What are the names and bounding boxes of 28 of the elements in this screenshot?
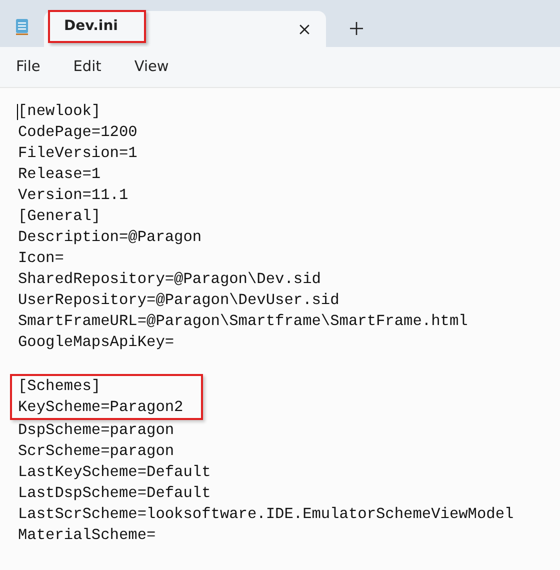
text-line: [Schemes] [18, 377, 101, 395]
text-line: [General] [18, 207, 101, 225]
text-line: LastKeyScheme=Default [18, 463, 211, 481]
text-line: UserRepository=@Paragon\DevUser.sid [18, 291, 340, 309]
text-line: DspScheme=paragon [18, 421, 174, 439]
text-line: [newlook] [18, 102, 101, 120]
text-line: Release=1 [18, 165, 101, 183]
text-line: SmartFrameURL=@Paragon\Smartframe\SmartFrame.html [18, 312, 468, 330]
notepad-icon [14, 18, 30, 36]
menu-item[interactable]: View [134, 59, 169, 75]
text-line: KeyScheme=Paragon2 [18, 398, 184, 416]
menu-item[interactable]: File [16, 59, 40, 75]
tab-title: Dev.ini [64, 18, 118, 34]
menu-item[interactable]: Edit [73, 59, 102, 75]
text-line: LastDspScheme=Default [18, 484, 211, 502]
text-line: LastScrScheme=looksoftware.IDE.EmulatorSchemeViewModel [18, 505, 514, 523]
text-line: Description=@Paragon [18, 228, 202, 246]
new-tab-icon[interactable] [350, 22, 363, 35]
text-line: Version=11.1 [18, 186, 128, 204]
tab[interactable]: Dev.ini [44, 11, 326, 47]
close-icon[interactable] [299, 24, 310, 34]
text-line: MaterialScheme= [18, 526, 156, 544]
text-line: Icon= [18, 249, 64, 267]
text-line: ScrScheme=paragon [18, 442, 174, 460]
text-line: FileVersion=1 [18, 144, 138, 162]
text-line: CodePage=1200 [18, 123, 138, 141]
text-line: GoogleMapsApiKey= [18, 333, 174, 351]
text-line: SharedRepository=@Paragon\Dev.sid [18, 270, 321, 288]
